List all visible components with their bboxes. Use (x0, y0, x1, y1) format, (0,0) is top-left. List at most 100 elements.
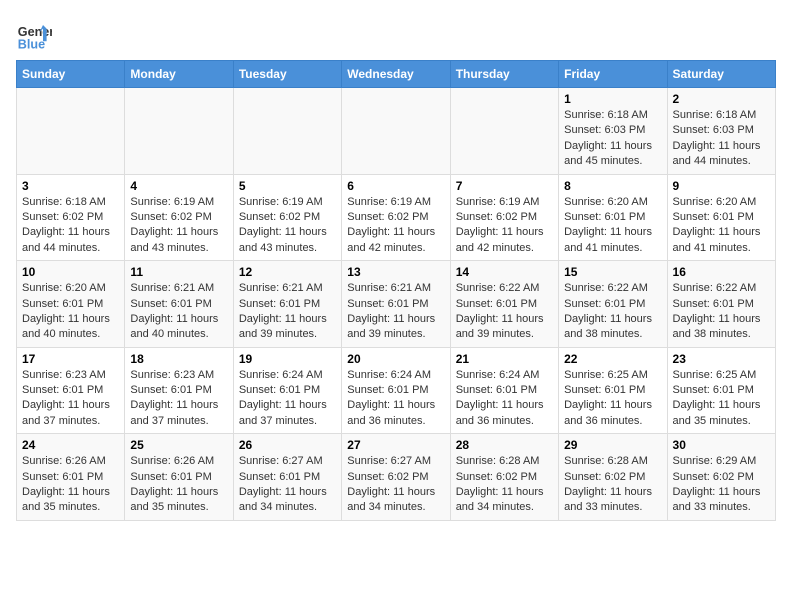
calendar-cell: 15 Sunrise: 6:22 AM Sunset: 6:01 PM Dayli… (559, 261, 667, 348)
day-info: Sunrise: 6:22 AM Sunset: 6:01 PM Dayligh… (673, 281, 770, 343)
calendar-cell: 1 Sunrise: 6:18 AM Sunset: 6:03 PM Daylig… (559, 88, 667, 175)
calendar-cell: 25Sunrise: 6:26 AM Sunset: 6:01 PM Dayli… (125, 434, 233, 521)
calendar-cell: 5 Sunrise: 6:19 AM Sunset: 6:02 PM Daylig… (233, 174, 341, 261)
day-number: 5 (239, 179, 336, 193)
day-info: Sunrise: 6:25 AM Sunset: 6:01 PM Dayligh… (673, 368, 770, 430)
column-header-monday: Monday (125, 61, 233, 88)
calendar-cell: 18 Sunrise: 6:23 AM Sunset: 6:01 PM Dayli… (125, 347, 233, 434)
calendar-cell: 28 Sunrise: 6:28 AM Sunset: 6:02 PM Dayli… (450, 434, 558, 521)
day-number: 20 (347, 352, 444, 366)
day-number: 12 (239, 265, 336, 279)
day-number: 28 (456, 438, 553, 452)
day-info: Sunrise: 6:18 AM Sunset: 6:03 PM Dayligh… (564, 108, 661, 170)
day-info: Sunrise: 6:19 AM Sunset: 6:02 PM Dayligh… (456, 195, 553, 257)
day-info: Sunrise: 6:21 AM Sunset: 6:01 PM Dayligh… (130, 281, 227, 343)
day-info: Sunrise: 6:23 AM Sunset: 6:01 PM Dayligh… (130, 368, 227, 430)
day-info: Sunrise: 6:22 AM Sunset: 6:01 PM Dayligh… (456, 281, 553, 343)
day-info: Sunrise: 6:29 AM Sunset: 6:02 PM Dayligh… (673, 454, 770, 516)
day-number: 8 (564, 179, 661, 193)
day-number: 21 (456, 352, 553, 366)
calendar-cell (233, 88, 341, 175)
calendar-body: 1 Sunrise: 6:18 AM Sunset: 6:03 PM Daylig… (17, 88, 776, 521)
day-info: Sunrise: 6:28 AM Sunset: 6:02 PM Dayligh… (456, 454, 553, 516)
day-number: 16 (673, 265, 770, 279)
calendar-table: SundayMondayTuesdayWednesdayThursdayFrid… (16, 60, 776, 521)
calendar-cell (17, 88, 125, 175)
day-number: 26 (239, 438, 336, 452)
calendar-cell: 22Sunrise: 6:25 AM Sunset: 6:01 PM Dayli… (559, 347, 667, 434)
day-number: 3 (22, 179, 119, 193)
day-info: Sunrise: 6:19 AM Sunset: 6:02 PM Dayligh… (239, 195, 336, 257)
day-number: 9 (673, 179, 770, 193)
calendar-cell (450, 88, 558, 175)
column-header-sunday: Sunday (17, 61, 125, 88)
day-info: Sunrise: 6:28 AM Sunset: 6:02 PM Dayligh… (564, 454, 661, 516)
day-info: Sunrise: 6:26 AM Sunset: 6:01 PM Dayligh… (130, 454, 227, 516)
day-number: 10 (22, 265, 119, 279)
calendar-cell: 10Sunrise: 6:20 AM Sunset: 6:01 PM Dayli… (17, 261, 125, 348)
day-number: 24 (22, 438, 119, 452)
column-header-saturday: Saturday (667, 61, 775, 88)
calendar-cell: 7 Sunrise: 6:19 AM Sunset: 6:02 PM Daylig… (450, 174, 558, 261)
calendar-cell: 14 Sunrise: 6:22 AM Sunset: 6:01 PM Dayli… (450, 261, 558, 348)
calendar-header: SundayMondayTuesdayWednesdayThursdayFrid… (17, 61, 776, 88)
day-info: Sunrise: 6:18 AM Sunset: 6:02 PM Dayligh… (22, 195, 119, 257)
day-number: 27 (347, 438, 444, 452)
calendar-cell: 26 Sunrise: 6:27 AM Sunset: 6:01 PM Dayli… (233, 434, 341, 521)
logo: General Blue (16, 16, 56, 52)
day-info: Sunrise: 6:20 AM Sunset: 6:01 PM Dayligh… (673, 195, 770, 257)
day-number: 30 (673, 438, 770, 452)
day-info: Sunrise: 6:19 AM Sunset: 6:02 PM Dayligh… (347, 195, 444, 257)
day-info: Sunrise: 6:27 AM Sunset: 6:01 PM Dayligh… (239, 454, 336, 516)
day-info: Sunrise: 6:23 AM Sunset: 6:01 PM Dayligh… (22, 368, 119, 430)
logo-icon: General Blue (16, 16, 52, 52)
calendar-cell: 24 Sunrise: 6:26 AM Sunset: 6:01 PM Dayli… (17, 434, 125, 521)
day-info: Sunrise: 6:19 AM Sunset: 6:02 PM Dayligh… (130, 195, 227, 257)
day-number: 14 (456, 265, 553, 279)
column-header-wednesday: Wednesday (342, 61, 450, 88)
day-number: 18 (130, 352, 227, 366)
column-header-tuesday: Tuesday (233, 61, 341, 88)
calendar-cell: 11 Sunrise: 6:21 AM Sunset: 6:01 PM Dayli… (125, 261, 233, 348)
calendar-cell: 19 Sunrise: 6:24 AM Sunset: 6:01 PM Dayli… (233, 347, 341, 434)
calendar-cell: 20 Sunrise: 6:24 AM Sunset: 6:01 PM Dayli… (342, 347, 450, 434)
day-info: Sunrise: 6:24 AM Sunset: 6:01 PM Dayligh… (347, 368, 444, 430)
day-info: Sunrise: 6:21 AM Sunset: 6:01 PM Dayligh… (239, 281, 336, 343)
day-number: 1 (564, 92, 661, 106)
day-number: 22 (564, 352, 661, 366)
calendar-cell: 23 Sunrise: 6:25 AM Sunset: 6:01 PM Dayli… (667, 347, 775, 434)
column-header-thursday: Thursday (450, 61, 558, 88)
calendar-cell: 4 Sunrise: 6:19 AM Sunset: 6:02 PM Daylig… (125, 174, 233, 261)
calendar-cell: 17 Sunrise: 6:23 AM Sunset: 6:01 PM Dayli… (17, 347, 125, 434)
day-info: Sunrise: 6:22 AM Sunset: 6:01 PM Dayligh… (564, 281, 661, 343)
page-header: General Blue (16, 16, 776, 52)
day-number: 4 (130, 179, 227, 193)
calendar-cell: 27 Sunrise: 6:27 AM Sunset: 6:02 PM Dayli… (342, 434, 450, 521)
day-number: 7 (456, 179, 553, 193)
calendar-cell: 30 Sunrise: 6:29 AM Sunset: 6:02 PM Dayli… (667, 434, 775, 521)
calendar-cell: 12 Sunrise: 6:21 AM Sunset: 6:01 PM Dayli… (233, 261, 341, 348)
day-number: 6 (347, 179, 444, 193)
calendar-cell: 3 Sunrise: 6:18 AM Sunset: 6:02 PM Daylig… (17, 174, 125, 261)
day-number: 11 (130, 265, 227, 279)
calendar-cell (342, 88, 450, 175)
calendar-cell: 2Sunrise: 6:18 AM Sunset: 6:03 PM Daylig… (667, 88, 775, 175)
day-number: 17 (22, 352, 119, 366)
day-info: Sunrise: 6:21 AM Sunset: 6:01 PM Dayligh… (347, 281, 444, 343)
day-number: 15 (564, 265, 661, 279)
day-number: 2 (673, 92, 770, 106)
calendar-cell: 8Sunrise: 6:20 AM Sunset: 6:01 PM Daylig… (559, 174, 667, 261)
day-info: Sunrise: 6:26 AM Sunset: 6:01 PM Dayligh… (22, 454, 119, 516)
calendar-cell: 29Sunrise: 6:28 AM Sunset: 6:02 PM Dayli… (559, 434, 667, 521)
day-info: Sunrise: 6:24 AM Sunset: 6:01 PM Dayligh… (456, 368, 553, 430)
day-info: Sunrise: 6:27 AM Sunset: 6:02 PM Dayligh… (347, 454, 444, 516)
calendar-cell: 6 Sunrise: 6:19 AM Sunset: 6:02 PM Daylig… (342, 174, 450, 261)
day-info: Sunrise: 6:24 AM Sunset: 6:01 PM Dayligh… (239, 368, 336, 430)
column-header-friday: Friday (559, 61, 667, 88)
calendar-cell: 9 Sunrise: 6:20 AM Sunset: 6:01 PM Daylig… (667, 174, 775, 261)
calendar-cell: 13Sunrise: 6:21 AM Sunset: 6:01 PM Dayli… (342, 261, 450, 348)
day-number: 23 (673, 352, 770, 366)
svg-text:Blue: Blue (18, 37, 45, 51)
day-number: 19 (239, 352, 336, 366)
calendar-cell: 16 Sunrise: 6:22 AM Sunset: 6:01 PM Dayli… (667, 261, 775, 348)
